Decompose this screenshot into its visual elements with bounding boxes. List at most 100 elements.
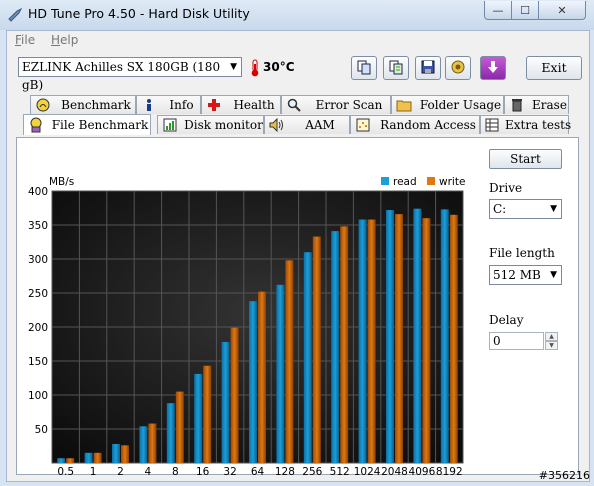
download-icon xyxy=(485,59,501,78)
bar-write xyxy=(258,291,266,463)
tab-health[interactable]: Health xyxy=(201,95,281,114)
drive-select[interactable]: EZLINK Achilles SX 180GB (180 gB) ▼ xyxy=(18,57,242,92)
y-tick-label: 250 xyxy=(28,288,48,300)
tab-erase[interactable]: Erase xyxy=(504,95,569,114)
tab-disk-monitor[interactable]: Disk monitor xyxy=(157,115,264,134)
screenshot-button[interactable] xyxy=(445,56,471,80)
x-tick-label: 8 xyxy=(172,466,179,475)
trash-icon xyxy=(509,97,525,113)
menu-bar: File Help xyxy=(7,31,589,51)
drive-label: Drive xyxy=(489,181,523,195)
start-button[interactable]: Start xyxy=(489,149,562,169)
x-tick-label: 1 xyxy=(90,466,97,475)
file-length-value: 512 MB xyxy=(493,268,541,282)
spin-down-button[interactable]: ▼ xyxy=(545,341,558,350)
y-tick-label: 200 xyxy=(28,322,48,334)
save-icon xyxy=(420,59,436,78)
app-icon xyxy=(6,6,23,23)
delay-label: Delay xyxy=(489,313,524,327)
bar-write xyxy=(367,219,376,463)
bar-read xyxy=(221,341,230,463)
bar-read xyxy=(57,458,66,463)
drive-combo[interactable]: C: ▼ xyxy=(489,199,562,219)
bar-read xyxy=(249,301,257,463)
tab-file-benchmark[interactable]: File Benchmark xyxy=(23,114,151,135)
bar-read xyxy=(276,284,285,463)
x-tick-label: 4 xyxy=(145,466,152,475)
chevron-down-icon: ▼ xyxy=(230,62,237,72)
tab-benchmark[interactable]: Benchmark xyxy=(30,95,136,114)
chevron-down-icon: ▼ xyxy=(550,204,557,214)
menu-file[interactable]: File xyxy=(15,33,35,47)
copy-button[interactable] xyxy=(351,56,377,80)
bar-write xyxy=(175,391,184,463)
tab-aam[interactable]: AAM xyxy=(264,115,350,134)
x-tick-label: 2 xyxy=(117,466,124,475)
download-button[interactable] xyxy=(480,56,506,80)
thermometer-icon xyxy=(250,59,260,77)
x-tick-label: 64 xyxy=(251,466,265,475)
chart-icon xyxy=(162,117,178,133)
x-tick-label: 32 xyxy=(223,466,236,475)
bar-read xyxy=(166,403,175,463)
tab-extra-tests[interactable]: Extra tests xyxy=(480,115,571,134)
close-button[interactable]: ✕ xyxy=(538,1,586,20)
folder-icon xyxy=(396,97,412,113)
file-length-combo[interactable]: 512 MB ▼ xyxy=(489,265,562,285)
legend-swatch-read xyxy=(381,177,389,185)
bar-read xyxy=(139,426,148,463)
bar-read xyxy=(194,373,203,463)
file-length-label: File length xyxy=(489,246,555,260)
watermark: #356216 xyxy=(538,469,590,482)
legend-swatch-write xyxy=(427,177,435,185)
y-tick-label: 50 xyxy=(35,424,48,436)
bar-write xyxy=(93,452,102,463)
bar-write xyxy=(422,218,431,463)
y-axis-label: MB/s xyxy=(49,176,74,188)
y-tick-label: 350 xyxy=(28,220,48,232)
delay-input[interactable]: 0 xyxy=(489,332,544,350)
x-tick-label: 16 xyxy=(196,466,210,475)
bar-write xyxy=(203,365,212,463)
chevron-down-icon: ▼ xyxy=(550,270,557,280)
file-benchmark-icon xyxy=(28,117,44,133)
x-tick-label: 2048 xyxy=(381,466,408,475)
bar-write xyxy=(285,260,294,463)
bar-write xyxy=(121,445,129,463)
bar-write xyxy=(340,226,349,463)
copy-text-button[interactable] xyxy=(383,56,409,80)
magnifier-icon xyxy=(286,97,302,113)
bar-write xyxy=(230,327,239,463)
bar-write xyxy=(449,214,458,463)
y-tick-label: 300 xyxy=(28,254,48,266)
save-button[interactable] xyxy=(415,56,441,80)
temperature-readout: 30°C xyxy=(263,60,295,74)
bar-read xyxy=(303,252,312,463)
bar-write xyxy=(395,214,403,463)
bar-read xyxy=(413,208,422,463)
minimize-button[interactable]: — xyxy=(484,1,512,20)
spin-up-button[interactable]: ▲ xyxy=(545,332,558,341)
tab-random-access[interactable]: Random Access xyxy=(350,115,480,134)
maximize-button[interactable]: ☐ xyxy=(511,1,539,20)
bar-write xyxy=(66,458,75,463)
tab-folder-usage[interactable]: Folder Usage xyxy=(391,95,504,114)
x-tick-label: 256 xyxy=(302,466,322,475)
legend-label-read: read xyxy=(393,176,417,188)
screenshot-icon xyxy=(450,59,466,78)
x-tick-label: 0.5 xyxy=(57,466,74,475)
tab-info[interactable]: Info xyxy=(136,95,201,114)
tab-error-scan[interactable]: Error Scan xyxy=(281,95,391,114)
x-tick-label: 128 xyxy=(275,466,295,475)
menu-help[interactable]: Help xyxy=(51,33,78,47)
benchmark-chart: 50 100 150 200 250 300 350 400MB/s 0.5 1 2 4 8 16 32 64… xyxy=(28,176,465,475)
exit-button[interactable]: Exit xyxy=(526,56,582,80)
x-tick-label: 4096 xyxy=(409,466,436,475)
health-cross-icon xyxy=(206,97,222,113)
bar-write xyxy=(148,423,157,463)
bar-write xyxy=(312,236,321,463)
bar-read xyxy=(358,219,367,463)
scatter-icon xyxy=(355,117,371,133)
grid-icon xyxy=(485,117,499,133)
y-tick-label: 400 xyxy=(28,186,48,198)
